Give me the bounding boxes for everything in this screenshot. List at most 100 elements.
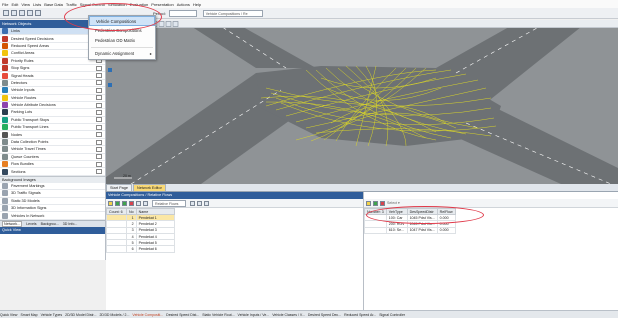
redo-icon[interactable] (35, 10, 41, 16)
status-tab[interactable]: Vehicle Types (41, 313, 63, 317)
save-icon[interactable] (19, 10, 25, 16)
tab-3d-info[interactable]: 3D Info... (63, 222, 78, 226)
network-object-row[interactable]: Detectors (0, 79, 105, 88)
menu-item-pedestrian-od-matrix[interactable]: Pedestrian OD Matrix (89, 36, 155, 46)
status-tab[interactable]: Reduced Speed Ar... (344, 313, 376, 317)
menu-lists[interactable]: Lists (33, 2, 41, 7)
status-tab[interactable]: Desired Speed Dist... (166, 313, 199, 317)
duplicate-icon[interactable] (122, 200, 127, 206)
sort-icon[interactable] (136, 200, 141, 206)
status-tab[interactable]: Vehicle Inputs / Ve... (238, 313, 270, 317)
menu-item-dynamic-assignment[interactable]: Dynamic Assignment ▸ (89, 49, 155, 59)
filter-icon[interactable] (143, 200, 148, 206)
network-object-row[interactable]: Vehicle Travel Times (0, 146, 105, 154)
visibility-toggle[interactable] (96, 102, 102, 108)
status-tab[interactable]: Desired Speed Dec... (308, 313, 341, 317)
network-object-row[interactable]: Parking Lots (0, 109, 105, 117)
delete-icon[interactable] (129, 200, 134, 206)
network-object-row[interactable]: Queue Counters (0, 153, 105, 162)
undo-icon[interactable] (27, 10, 33, 16)
period-combo[interactable] (168, 9, 197, 17)
menu-traffic[interactable]: Traffic (66, 2, 77, 7)
network-object-row[interactable]: Public Transport Lines (0, 124, 105, 132)
relative-flows-select[interactable]: Relative Flows (152, 199, 186, 207)
network-editor-toolbar-icons[interactable] (106, 20, 618, 28)
network-object-row[interactable]: Signal Heads (0, 72, 105, 80)
sync-icon[interactable] (190, 200, 195, 206)
menu-base-data[interactable]: Base Data (44, 2, 63, 7)
edit-flow-icon[interactable] (366, 200, 371, 206)
visibility-toggle[interactable] (96, 65, 102, 71)
open-folder-icon[interactable] (11, 10, 17, 16)
row-vt-cell[interactable]: 610: Se... (385, 226, 408, 234)
network-object-row[interactable]: Vehicle Routes (0, 94, 105, 102)
background-images-header[interactable]: Background Images (0, 175, 105, 183)
network-object-row[interactable]: Stop Signs (0, 65, 105, 73)
tab-levels[interactable]: Levels (26, 222, 36, 226)
visibility-toggle[interactable] (96, 169, 102, 175)
status-tab[interactable]: 2D/3D Model Distr... (65, 313, 96, 317)
network-object-row[interactable]: Nodes (0, 131, 105, 139)
menu-simulation[interactable]: Simulation (108, 2, 127, 7)
tab-start-page[interactable]: Start Page (106, 184, 132, 191)
visibility-toggle[interactable] (96, 132, 102, 138)
row-ds-cell[interactable]: 1047 Pdst Vis... (406, 226, 438, 234)
menu-signal-control[interactable]: Signal Control (80, 2, 105, 7)
tab-backgrounds[interactable]: Backgrou... (41, 222, 59, 226)
menu-help[interactable]: Help (193, 2, 201, 7)
background-item-row[interactable]: 3D Traffic Signals (0, 190, 105, 198)
add-flow-icon[interactable] (373, 200, 378, 206)
visibility-toggle[interactable] (96, 161, 102, 167)
visibility-toggle[interactable] (96, 95, 102, 101)
network-object-row[interactable]: Data Collection Points (0, 139, 105, 147)
visibility-toggle[interactable] (96, 146, 102, 152)
visibility-toggle[interactable] (96, 139, 102, 145)
visibility-toggle[interactable] (96, 87, 102, 93)
background-item-row[interactable]: Pavement Markings (0, 183, 105, 191)
visibility-toggle[interactable] (96, 73, 102, 79)
visibility-toggle[interactable] (96, 117, 102, 123)
menu-actions[interactable]: Actions (177, 2, 190, 7)
visibility-toggle[interactable] (96, 109, 102, 115)
status-tab[interactable]: Quick View (0, 313, 17, 317)
status-tab[interactable]: Signal Controller (379, 313, 405, 317)
add-icon[interactable] (115, 200, 120, 206)
network-editor-canvas[interactable] (106, 28, 618, 184)
visibility-toggle[interactable] (96, 154, 102, 160)
network-object-row[interactable]: Public Transport Stops (0, 116, 105, 125)
export-icon[interactable] (204, 200, 209, 206)
background-item-row[interactable]: Vehicles In Network (0, 212, 105, 220)
list-selector-combo[interactable]: Vehicle Compositions / Re (202, 9, 263, 17)
table-row[interactable]: 610: Se... 1047 Pdst Vis... 0.000 (364, 226, 456, 234)
new-file-icon[interactable] (3, 10, 9, 16)
status-tab[interactable]: Vehicle Classes / V... (272, 313, 305, 317)
layout-icon[interactable] (197, 200, 202, 206)
network-object-row[interactable]: Sections (0, 168, 105, 176)
tab-network-objects[interactable]: Network... (2, 220, 23, 227)
background-item-row[interactable]: Static 3D Models (0, 197, 105, 205)
network-object-row[interactable]: Vehicle Inputs (0, 87, 105, 95)
table-row[interactable]: 6 Pendekat 6 (106, 245, 175, 253)
background-item-row[interactable]: 3D Information Signs (0, 205, 105, 213)
relative-flows-select[interactable]: Select ▾ (387, 201, 400, 205)
visibility-toggle[interactable] (96, 80, 102, 86)
menu-item-pedestrian-compositions[interactable]: Pedestrian Compositions (89, 26, 155, 36)
menu-presentation[interactable]: Presentation (151, 2, 173, 7)
menu-evaluation[interactable]: Evaluation (130, 2, 149, 7)
visibility-toggle[interactable] (96, 124, 102, 130)
menu-view[interactable]: View (21, 2, 30, 7)
edit-icon[interactable] (108, 200, 113, 206)
status-tab[interactable]: Static Vehicle Rout... (202, 313, 234, 317)
status-tab[interactable]: 2D/3D Models / 2... (99, 313, 129, 317)
status-tab[interactable]: Smart Map (20, 313, 37, 317)
status-tab[interactable]: Vehicle Compositi... (132, 313, 163, 317)
menu-item-vehicle-compositions[interactable]: Vehicle Compositions (89, 16, 155, 26)
tab-network-editor[interactable]: Network Editor (132, 184, 166, 191)
row-name-cell[interactable]: Pendekat 6 (135, 245, 175, 253)
menu-file[interactable]: File (2, 2, 8, 7)
network-object-row[interactable]: Flow Bundles (0, 161, 105, 169)
row-rf-cell[interactable]: 0.000 (436, 226, 456, 234)
network-object-row[interactable]: Vehicle Attribute Decisions (0, 102, 105, 110)
menu-edit[interactable]: Edit (11, 2, 18, 7)
delete-flow-icon[interactable] (380, 200, 385, 206)
